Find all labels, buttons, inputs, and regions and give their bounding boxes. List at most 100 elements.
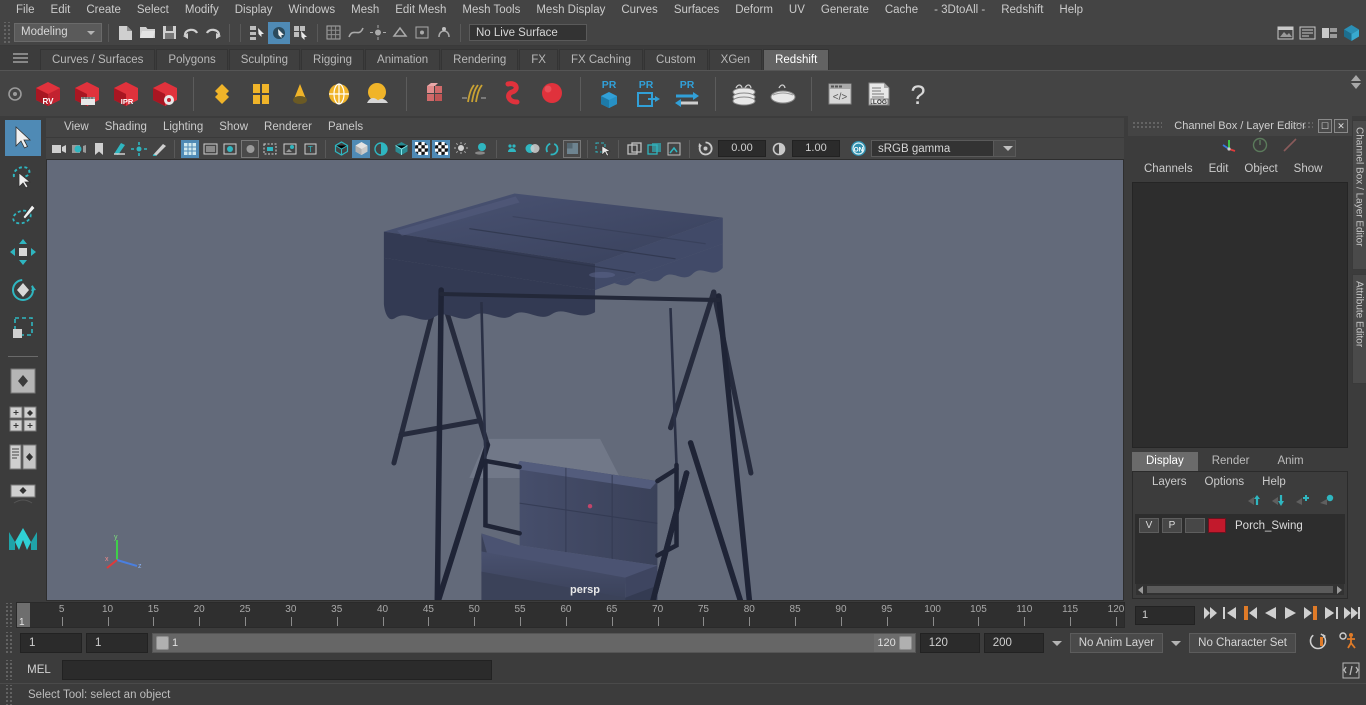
hypershade-icon[interactable] [1318, 22, 1340, 44]
light-bulb-icon[interactable] [452, 140, 470, 158]
redshift-bake-stack-button[interactable] [726, 74, 762, 114]
texture-toggle-icon[interactable] [412, 139, 430, 158]
step-forward-frame-button[interactable] [1303, 605, 1318, 625]
color-profile-selector[interactable]: sRGB gamma [871, 140, 1016, 157]
grid-toggle-icon[interactable] [181, 139, 199, 158]
scrollbar-thumb[interactable] [1147, 586, 1333, 593]
select-by-component-icon[interactable] [290, 22, 312, 44]
menu-deform[interactable]: Deform [727, 0, 781, 20]
range-bar-right-handle[interactable]: 120 [874, 634, 915, 652]
layer-list[interactable]: V P Porch_Swing [1135, 514, 1345, 584]
render-settings-icon[interactable] [1296, 22, 1318, 44]
redshift-proxy-button[interactable] [417, 74, 453, 114]
menu-help[interactable]: Help [1051, 0, 1091, 20]
channel-box-list[interactable] [1132, 182, 1348, 448]
move-layer-up-icon[interactable] [1247, 493, 1263, 512]
shelf-scroll-up-icon[interactable] [1351, 75, 1361, 81]
shelf-tab-redshift[interactable]: Redshift [763, 49, 830, 70]
command-language-label[interactable]: MEL [16, 664, 62, 676]
two-d-pan-zoom-icon[interactable] [130, 140, 148, 158]
layer-menu-help[interactable]: Help [1253, 476, 1295, 488]
viewport-menu-show[interactable]: Show [211, 118, 256, 137]
menu-surfaces[interactable]: Surfaces [666, 0, 727, 20]
menu-select[interactable]: Select [129, 0, 177, 20]
xray-joints-icon[interactable] [523, 140, 541, 158]
redshift-render-sequence-button[interactable] [69, 74, 105, 114]
redshift-render-settings-button[interactable] [147, 74, 183, 114]
range-end-field[interactable]: 120 [919, 633, 980, 653]
new-layer-icon[interactable] [1319, 493, 1335, 512]
shelf-tab-rigging[interactable]: Rigging [301, 49, 365, 70]
redo-icon[interactable] [202, 22, 224, 44]
help-line-grip[interactable] [4, 684, 13, 705]
four-view-layout-button[interactable] [5, 401, 41, 437]
shelf-grip[interactable] [0, 86, 30, 102]
make-live-icon[interactable] [433, 22, 455, 44]
scale-tool-button[interactable] [5, 310, 41, 346]
status-line-grip[interactable] [2, 21, 11, 44]
snap-curve-icon[interactable] [345, 22, 367, 44]
layer-horizontal-scrollbar[interactable] [1136, 584, 1344, 595]
redshift-script-editor-button[interactable]: </> [822, 74, 858, 114]
step-back-frame-button[interactable] [1243, 605, 1258, 625]
chevron-down-icon[interactable] [993, 141, 1015, 156]
gamma-reset-icon[interactable] [770, 140, 788, 158]
chevron-down-icon[interactable] [83, 24, 99, 41]
use-default-lighting-icon[interactable] [432, 139, 450, 158]
shelf-scroll-arrows[interactable] [1348, 75, 1364, 89]
anim-layer-selector[interactable]: No Anim Layer [1069, 633, 1164, 653]
shelf-tab-xgen[interactable]: XGen [708, 49, 763, 70]
film-gate-icon[interactable] [201, 140, 219, 158]
text-overlay-icon[interactable]: T [301, 140, 319, 158]
range-grip-left[interactable] [156, 636, 169, 650]
scroll-left-icon[interactable] [1138, 585, 1143, 594]
auto-keyframe-icon[interactable] [1308, 631, 1328, 656]
menu-mesh[interactable]: Mesh [343, 0, 387, 20]
range-bar-left-handle[interactable]: 1 [153, 634, 181, 652]
play-forwards-button[interactable] [1283, 606, 1298, 625]
anim-end-field[interactable]: 200 [983, 633, 1044, 653]
layer-playback-toggle[interactable]: P [1162, 518, 1182, 533]
redshift-pr-transfer-button[interactable]: PR [669, 74, 705, 114]
menu-modify[interactable]: Modify [177, 0, 227, 20]
redshift-environment-button[interactable] [321, 74, 357, 114]
snap-grid-icon[interactable] [323, 22, 345, 44]
snap-view-plane-icon[interactable] [411, 22, 433, 44]
anim-start-field[interactable]: 1 [20, 633, 82, 653]
redshift-material-ball-button[interactable] [204, 74, 240, 114]
snap-projected-icon[interactable] [389, 22, 411, 44]
redshift-pr-export-button[interactable]: PR [630, 74, 666, 114]
grease-pencil-icon[interactable] [150, 140, 168, 158]
step-forward-key-button[interactable] [1323, 606, 1338, 625]
redshift-material-grid-button[interactable] [243, 74, 279, 114]
xray-active-components-icon[interactable] [543, 140, 561, 158]
menu-redshift[interactable]: Redshift [993, 0, 1051, 20]
current-frame-field[interactable]: 1 [1135, 605, 1195, 625]
layer-row-porch-swing[interactable]: V P Porch_Swing [1135, 517, 1345, 534]
snap-point-icon[interactable] [367, 22, 389, 44]
time-slider-grip[interactable] [4, 603, 13, 627]
camera-attributes-icon[interactable] [70, 140, 88, 158]
film-gate-display-icon[interactable] [261, 140, 279, 158]
paint-select-tool-button[interactable] [5, 196, 41, 232]
shelf-tab-sculpting[interactable]: Sculpting [228, 49, 301, 70]
layer-color-swatch[interactable] [1208, 518, 1226, 533]
persp-viewport[interactable]: y z x persp [46, 159, 1124, 601]
select-by-object-icon[interactable] [268, 21, 290, 44]
move-tool-button[interactable] [5, 234, 41, 270]
menu-uv[interactable]: UV [781, 0, 813, 20]
outliner-icon[interactable] [1340, 22, 1362, 44]
persp-graph-layout-button[interactable] [5, 477, 41, 513]
panel-grip-right[interactable] [1291, 121, 1313, 130]
bookmark-icon[interactable] [90, 140, 108, 158]
undo-icon[interactable] [180, 22, 202, 44]
menu-edit-mesh[interactable]: Edit Mesh [387, 0, 454, 20]
range-grip-right[interactable] [898, 636, 912, 650]
render-view-icon[interactable] [1274, 22, 1296, 44]
channel-box-menu-channels[interactable]: Channels [1136, 163, 1201, 175]
script-editor-icon[interactable] [1340, 660, 1362, 680]
menu-create[interactable]: Create [78, 0, 129, 20]
shelf-tab-curves-surfaces[interactable]: Curves / Surfaces [40, 49, 156, 70]
redshift-help-button[interactable]: ? [900, 74, 936, 114]
layer-state-toggle[interactable] [1185, 518, 1205, 533]
